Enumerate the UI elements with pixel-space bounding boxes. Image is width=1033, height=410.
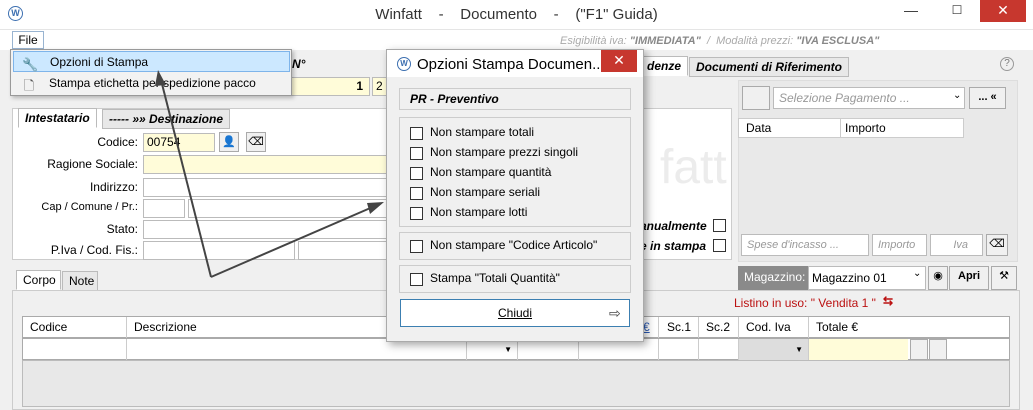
label-non-stampare-seriali: Non stampare seriali bbox=[430, 185, 541, 199]
arrow-to-menu bbox=[160, 79, 212, 278]
arrowhead-dialog bbox=[367, 202, 384, 214]
label-stampa-totali-quantita: Stampa "Totali Quantità" bbox=[430, 271, 560, 285]
group-non-stampare: Non stampare totali Non stampare prezzi … bbox=[399, 117, 631, 227]
chiudi-button[interactable]: Chiudi ⇨ bbox=[400, 299, 630, 327]
checkbox-non-stampare-quantita[interactable] bbox=[410, 167, 423, 180]
arrow-to-dialog bbox=[210, 205, 376, 278]
checkbox-non-stampare-prezzi[interactable] bbox=[410, 147, 423, 160]
arrowhead-menu bbox=[155, 70, 166, 86]
group-codice-articolo: Non stampare "Codice Articolo" bbox=[399, 232, 631, 260]
chiudi-label: Chiudi bbox=[497, 306, 533, 320]
label-non-stampare-quantita: Non stampare quantità bbox=[430, 165, 552, 179]
checkbox-non-stampare-lotti[interactable] bbox=[410, 207, 423, 220]
exit-icon: ⇨ bbox=[609, 305, 621, 321]
label-non-stampare-codice: Non stampare "Codice Articolo" bbox=[430, 238, 598, 252]
dialog-logo-icon: W bbox=[397, 57, 411, 71]
dialog-close-button[interactable]: ✕ bbox=[601, 50, 637, 72]
label-non-stampare-lotti: Non stampare lotti bbox=[430, 205, 528, 219]
dialog-title: Opzioni Stampa Documen... bbox=[417, 56, 605, 73]
label-non-stampare-prezzi: Non stampare prezzi singoli bbox=[430, 145, 579, 159]
opzioni-stampa-dialog: W Opzioni Stampa Documen... ✕ PR - Preve… bbox=[386, 49, 644, 342]
checkbox-non-stampare-totali[interactable] bbox=[410, 127, 423, 140]
checkbox-stampa-totali-quantita[interactable] bbox=[410, 273, 423, 286]
group-totali-quantita: Stampa "Totali Quantità" bbox=[399, 265, 631, 293]
section-title: PR - Preventivo bbox=[410, 92, 499, 106]
checkbox-non-stampare-seriali[interactable] bbox=[410, 187, 423, 200]
label-non-stampare-totali: Non stampare totali bbox=[430, 125, 535, 139]
checkbox-non-stampare-codice[interactable] bbox=[410, 240, 423, 253]
